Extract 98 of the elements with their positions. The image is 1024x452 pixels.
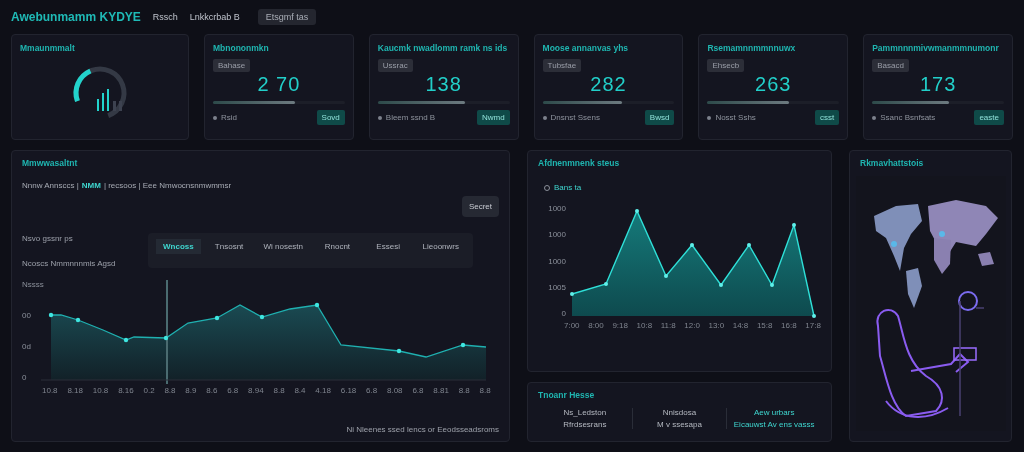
axis-label: 8.4 — [294, 386, 306, 395]
axis-label: 6.8 — [366, 386, 378, 395]
status-dot-icon — [377, 115, 382, 120]
axis-label: 6.18 — [340, 386, 357, 395]
axis-label: 0.2 — [143, 386, 155, 395]
tab[interactable]: Lieoonwrs — [416, 239, 465, 254]
card-title: Moose annanvas yhs — [542, 43, 629, 53]
axis-label: 0 — [561, 309, 566, 318]
axis-label: 8:00 — [588, 321, 604, 330]
info-text: Rfrdsesrans — [563, 420, 607, 429]
tab[interactable]: Wncoss — [156, 239, 201, 254]
axis-label: 0d — [22, 342, 32, 351]
axis-label: 8.18 — [67, 386, 83, 395]
tab[interactable]: Essesi — [365, 239, 411, 254]
axis-label: 8.16 — [118, 386, 134, 395]
card-title: Pammnnnmivwmanmmnumonr — [872, 43, 999, 53]
axis-label: 9:18 — [612, 321, 628, 330]
card-title: Rsemamnnmmnnuwx — [707, 43, 796, 53]
axis-label: 8.08 — [387, 386, 403, 395]
card-footer-text: Rsid — [221, 113, 238, 122]
card-tag: Bahase — [213, 59, 251, 72]
card-action-button[interactable]: Nwmd — [476, 110, 510, 125]
card-title: Kaucmk nwadlomm ramk ns ids — [377, 43, 508, 53]
card-tag: Ussrac — [377, 59, 413, 72]
card-tag: Ehsecb — [707, 59, 745, 72]
axis-label: 1000 — [548, 230, 566, 240]
panel-title: Afdnenmnenk steus — [538, 158, 620, 168]
axis-label: 1000 — [548, 204, 566, 213]
filter-label: Ncoscs Nmmnnnmis Agsd — [22, 259, 117, 268]
axis-label: 00 — [22, 311, 32, 320]
axis-label: 6.8 — [227, 386, 239, 395]
info-text: M v ssesapa — [657, 420, 702, 429]
tab[interactable]: Rnocnt — [315, 239, 360, 254]
axis-label: 10.8 — [92, 386, 109, 395]
axis-label: 1000 — [548, 256, 566, 266]
app-title: Awebunmamm KYDYE — [11, 10, 141, 24]
axis-label: 14:8 — [732, 321, 749, 330]
axis-label: 8.8 — [273, 386, 285, 395]
info-text: Nnisdosa — [662, 408, 697, 417]
axis-label: 11:8 — [660, 321, 676, 330]
stat-value: 173 — [919, 73, 957, 96]
stat-value: 2 70 — [257, 73, 301, 96]
card-footer-text: Bleem ssnd B — [385, 113, 437, 122]
axis-label: 8.81 — [433, 386, 449, 395]
info-text: Aew urbars — [753, 408, 795, 417]
info-text: Ns_Ledston — [563, 408, 607, 417]
axis-label: 6.8 — [412, 386, 424, 395]
axis-label: 8.8 — [479, 386, 491, 395]
axis-label: 8.8 — [164, 386, 176, 395]
axis-label: 4.18 — [315, 386, 331, 395]
card-footer-text: Dnsnst Ssens — [550, 113, 601, 122]
subtitle-text: | recsoos | Eee Nmwocnsnmwmmsr — [103, 181, 232, 190]
tab[interactable]: Tnsosnt — [206, 239, 252, 254]
card-footer-text: Nosst Sshs — [715, 113, 757, 122]
stat-value: 282 — [590, 73, 627, 96]
axis-label: 13:0 — [708, 321, 725, 330]
axis-label: 10:8 — [636, 321, 653, 330]
card-footer-text: Ssanc Bsnfsats — [880, 113, 937, 122]
filter-label: Nsvo gssnr ps — [22, 234, 74, 243]
axis-label: 8.6 — [206, 386, 218, 395]
nav-link[interactable]: Lnkkcrbab B — [189, 12, 240, 22]
card-action-button[interactable]: Sovd — [316, 110, 345, 125]
tab[interactable]: Wi nosestn — [257, 239, 310, 254]
card-action-button[interactable]: csst — [814, 110, 840, 125]
stat-value: 263 — [755, 73, 792, 96]
subtitle-text: NMM — [81, 181, 101, 190]
panel-title: Tnoanr Hesse — [538, 390, 595, 400]
axis-label: 7:00 — [564, 321, 580, 330]
info-text: Eicauwst Av ens vasss — [733, 420, 815, 429]
panel-title: Mmwwasaltnt — [22, 158, 78, 168]
status-dot-icon — [872, 115, 877, 120]
axis-label: 17:8 — [805, 321, 821, 330]
card-tag: Basacd — [872, 59, 909, 72]
status-dot-icon — [707, 115, 712, 120]
card-action-button[interactable]: Bwsd — [644, 110, 675, 125]
status-dot-icon — [542, 115, 547, 120]
axis-label: 8.8 — [458, 386, 470, 395]
axis-label: 1005 — [548, 282, 566, 292]
subtitle-text: Nnnw Annsccs | — [22, 181, 79, 190]
card-title: Mmaunmmalt — [20, 43, 75, 53]
nav-link[interactable]: Rssch — [152, 12, 178, 22]
axis-label: 0 — [22, 373, 28, 382]
axis-label: 12:0 — [684, 321, 700, 330]
secret-button[interactable]: Secret — [461, 196, 499, 217]
axis-label: 15:8 — [756, 321, 773, 330]
card-tag: Tubsfae — [542, 59, 582, 72]
card-title: Mbnononmkn — [213, 43, 269, 53]
card-action-button[interactable]: easte — [974, 110, 1004, 125]
panel-title: Rkmavhattstois — [860, 158, 924, 168]
chart-footnote: Ni Nleenes ssed lencs or Eeodsseadsroms — [346, 425, 499, 434]
axis-label: 10.8 — [42, 386, 58, 395]
axis-label: 8.94 — [248, 386, 264, 395]
stat-value: 138 — [425, 73, 462, 96]
legend-label: Bans ta — [554, 183, 582, 192]
header-badge[interactable]: Etsgmf tas — [257, 9, 317, 25]
status-dot-icon — [213, 115, 217, 120]
axis-label: 16:8 — [781, 321, 797, 330]
axis-label: 8.9 — [185, 386, 197, 395]
